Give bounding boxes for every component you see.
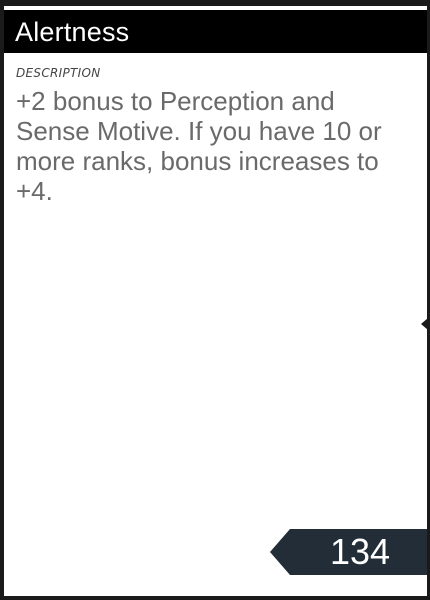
card-title: Alertness <box>15 17 130 47</box>
description-text: +2 bonus to Perception and Sense Motive.… <box>16 86 382 206</box>
title-bar: Alertness <box>4 10 427 53</box>
page-number: 134 <box>329 531 391 572</box>
side-notch-icon <box>421 318 428 330</box>
description-label: DESCRIPTION <box>16 66 101 80</box>
